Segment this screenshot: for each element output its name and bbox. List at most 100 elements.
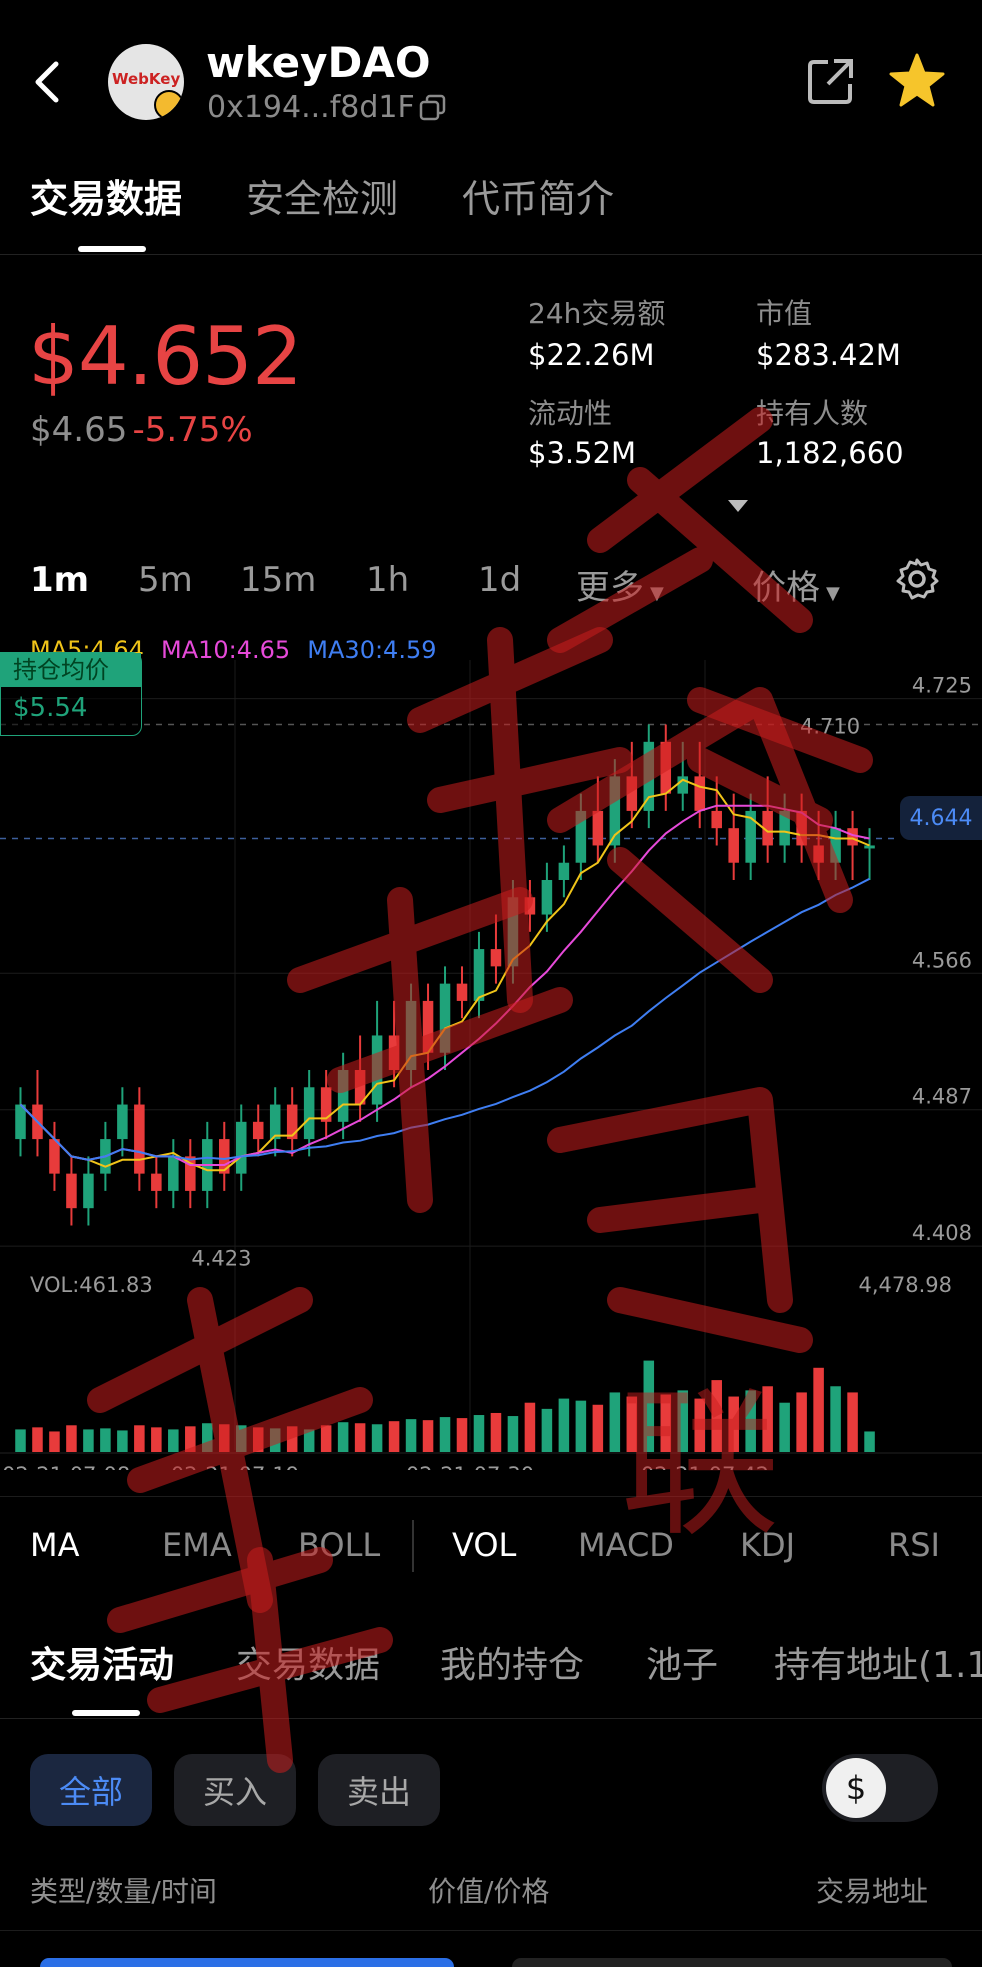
stat-holders-label: 持有人数 [756,397,869,430]
candle-body [541,880,553,915]
price-change: -5.75% [132,410,253,450]
volume-max-label: 4,478.98 [858,1273,952,1297]
volume-bar [830,1386,841,1452]
candle-body [134,1104,145,1174]
chain-badge-icon [154,90,184,120]
stat-liquidity-label: 流动性 [528,397,613,430]
stat-marketcap-value: $283.42M [756,338,901,372]
volume-bar [252,1427,264,1452]
candlestick-chart[interactable]: 4.725 4.566 4.487 4.408 4.710 4.423 VOL:461.83… [0,660,982,1470]
stat-volume-label: 24h交易额 [528,297,666,330]
volume-bar [32,1427,43,1452]
candle-body [813,845,824,863]
dollar-icon: $ [826,1758,886,1818]
volume-bar [745,1390,756,1452]
indicator-kdj[interactable]: KDJ [740,1526,795,1564]
activity-tab-holders[interactable]: 持有地址(1.1 [774,1636,982,1688]
timeframe-1h[interactable]: 1h [366,560,409,600]
position-avg-tag[interactable]: 持仓均价 $5.54 [0,652,142,736]
volume-bar [354,1423,366,1452]
volume-bar [660,1394,672,1452]
timeframe-1d[interactable]: 1d [478,560,521,600]
more-label: 更多 [576,568,644,608]
volume-bar [185,1426,196,1452]
back-button[interactable] [22,52,72,112]
currency-toggle[interactable]: $ [822,1754,938,1822]
filter-all[interactable]: 全部 [30,1754,152,1826]
filter-sell[interactable]: 卖出 [318,1754,440,1826]
more-timeframes[interactable]: 更多 ▼ [576,560,664,609]
expand-caret-icon[interactable] [724,496,752,516]
volume-bar [864,1431,875,1452]
candle-body [252,1121,264,1140]
activity-tab-trade-data[interactable]: 交易数据 [236,1636,380,1688]
indicator-ema[interactable]: EMA [162,1526,232,1564]
candle-body [83,1173,94,1209]
candle-body [235,1121,247,1174]
position-avg-label: 持仓均价 [1,653,141,687]
price-select-label: 价格 [752,568,820,608]
chevron-left-icon [35,61,59,103]
copy-icon[interactable] [418,93,448,123]
current-price-badge-label: 4.644 [909,805,973,831]
indicator-boll[interactable]: BOLL [298,1526,380,1564]
volume-bar [728,1396,739,1452]
candle-body [524,897,536,915]
candle-body [779,810,790,846]
volume-bar [219,1424,230,1452]
y-axis-tick-label: 4.725 [912,674,972,698]
token-logo-text: WebKey [112,70,181,88]
candle-body [694,776,705,811]
candle-body [371,1035,383,1105]
col-value-price: 价值/价格 [428,1875,550,1908]
volume-bar [439,1417,451,1452]
y-axis-tick-label: 4.566 [912,948,972,972]
favorite-star-icon[interactable] [888,52,946,110]
timeframe-5m[interactable]: 5m [138,560,193,600]
col-tx-address: 交易地址 [816,1875,929,1908]
candle-body [388,1035,400,1070]
tab-security[interactable]: 安全检测 [246,168,398,223]
tab-trade-data[interactable]: 交易数据 [30,168,182,223]
candle-body [269,1104,281,1140]
activity-tab-trades[interactable]: 交易活动 [30,1636,174,1688]
chart-settings-gear-icon[interactable] [894,556,940,602]
tab-underline [78,246,146,252]
candle-body [286,1104,298,1140]
indicator-macd[interactable]: MACD [578,1526,674,1564]
price-type-select[interactable]: 价格 ▼ [752,560,840,609]
volume-bar [100,1428,111,1452]
tab-token-intro[interactable]: 代币简介 [462,168,614,223]
candle-body [643,741,655,811]
current-price-badge: 4.644 [900,796,982,840]
stat-marketcap-label: 市值 [756,297,813,330]
y-axis-tick-label: 4.487 [912,1085,972,1109]
caret-down-icon: ▼ [650,583,664,604]
col-type-qty-time: 类型/数量/时间 [30,1875,217,1908]
volume-bar [320,1425,332,1452]
volume-bar [371,1424,383,1452]
tabs-divider [0,254,982,255]
indicator-rsi[interactable]: RSI [888,1526,940,1564]
timeframe-1m[interactable]: 1m [30,560,89,600]
volume-bar [762,1386,773,1452]
indicator-ma[interactable]: MA [30,1526,80,1564]
volume-bar [524,1402,536,1452]
share-icon[interactable] [806,56,856,106]
volume-bar [134,1425,145,1452]
indicators-top-divider [0,1496,982,1497]
volume-bar [388,1421,400,1452]
position-avg-value: $5.54 [13,693,88,723]
timeframe-15m[interactable]: 15m [240,560,316,600]
candle-body [660,741,672,794]
volume-label: VOL:461.83 [30,1273,153,1297]
filter-buy[interactable]: 买入 [174,1754,296,1826]
volume-bar [592,1404,604,1452]
volume-bar [269,1428,281,1452]
activity-tab-pools[interactable]: 池子 [646,1636,718,1688]
indicator-vol[interactable]: VOL [452,1526,516,1564]
activity-divider [0,1718,982,1719]
volume-bar [609,1392,621,1452]
volume-bar [66,1425,77,1452]
activity-tab-my-position[interactable]: 我的持仓 [440,1636,584,1688]
